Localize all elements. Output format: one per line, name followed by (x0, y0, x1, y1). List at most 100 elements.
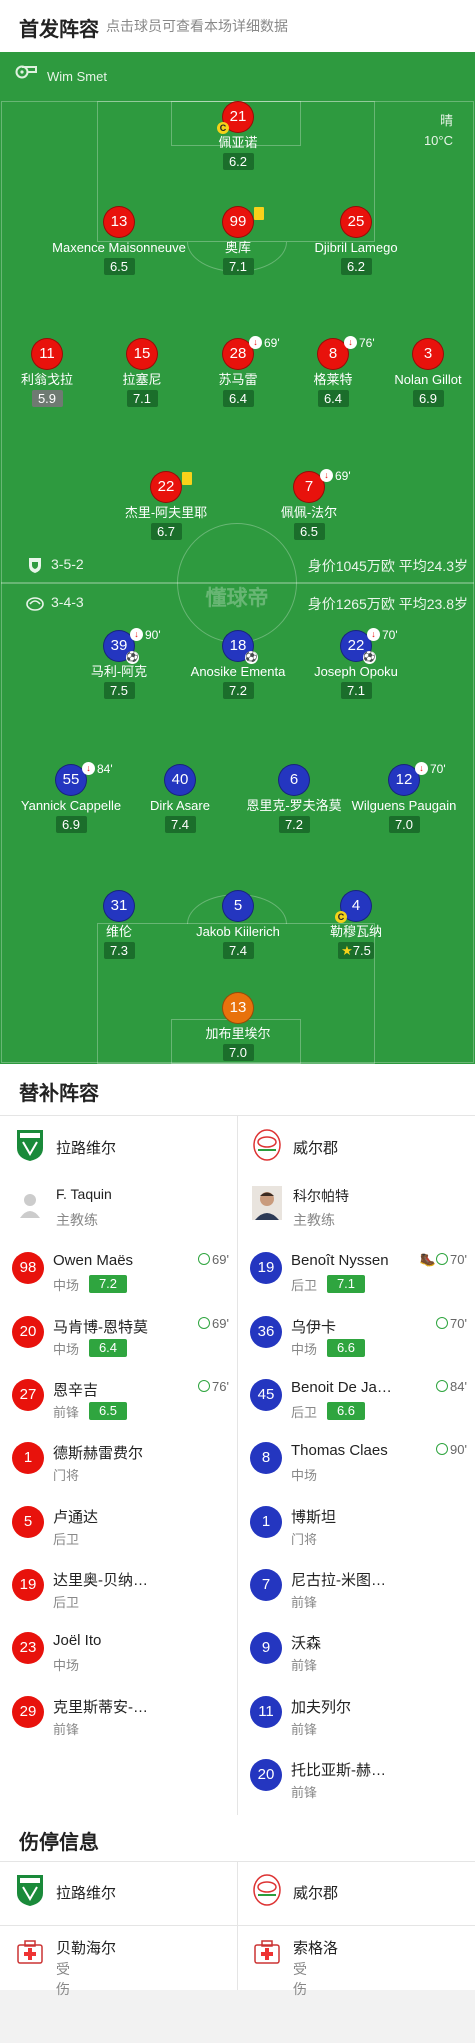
player-name: 达里奥-贝纳… (53, 1572, 148, 1589)
player-position: 中场 (291, 1468, 318, 1483)
player-name: 索格洛 (293, 1940, 339, 1957)
away-squad-value: 身价1265万欧 平均23.8岁 (307, 596, 468, 612)
coach-name: F. Taquin (56, 1186, 112, 1202)
player-number: 20 (12, 1316, 44, 1348)
away-sub-player[interactable]: 1 博斯坦 门将 (250, 1496, 475, 1552)
referee-name: Wim Smet (47, 69, 107, 84)
player-number: 99 (222, 206, 264, 238)
player-number: 45 (250, 1379, 282, 1411)
player-number: 29 (12, 1696, 44, 1728)
player-rating: 7.2 (222, 682, 254, 699)
player-rating: 7.1 (340, 682, 372, 699)
player-name: Djibril Lamego (314, 240, 398, 255)
away-sub-player[interactable]: 7 尼古拉-米图… 前锋 (250, 1559, 475, 1615)
sub-out-icon: ↓ (249, 336, 262, 349)
away-crest-icon (26, 597, 44, 611)
player-number: 8 ↓ 76' (317, 336, 375, 370)
player-rating: 6.4 (317, 390, 349, 407)
player-name: Benoît Nyssen (291, 1252, 389, 1269)
player-number: 5 (222, 890, 254, 922)
home-sub-player[interactable]: 27 恩辛吉 前锋 6.5 76' (12, 1369, 237, 1425)
home-player-goalkeeper[interactable]: 21 C 佩亚诺 6.2 (168, 101, 308, 171)
home-sub-player[interactable]: 29 克里斯蒂安-… 前锋 (12, 1686, 237, 1742)
player-position: 后卫 (53, 1532, 80, 1547)
column-divider (237, 1116, 238, 1815)
player-rating: 7.1 (327, 1275, 365, 1293)
away-sub-player[interactable]: 11 加夫列尔 前锋 (250, 1686, 475, 1742)
sub-in-marker: 84' (436, 1379, 467, 1394)
player-rating: 7.0 (222, 1044, 254, 1061)
away-sub-player[interactable]: 19 Benoît Nyssen 后卫 7.1 🥾 70' (250, 1242, 475, 1298)
sub-out-icon: ↓ (367, 628, 380, 641)
player-number: 25 (340, 206, 372, 238)
player-name: 恩辛吉 (53, 1382, 99, 1399)
player-name: 勒穆瓦纳 (329, 924, 382, 939)
goal-icon: ⚽ (126, 651, 139, 664)
section-title: 首发阵容 (19, 19, 99, 41)
player-rating: 6.5 (103, 258, 135, 275)
away-sub-player[interactable]: 9 沃森 前锋 (250, 1622, 475, 1678)
home-sub-player[interactable]: 5 卢通达 后卫 (12, 1496, 237, 1552)
player-rating: 6.4 (222, 390, 254, 407)
subs-title: 替补阵容 (19, 1083, 99, 1105)
sub-out-marker: ↓ 70' (415, 762, 446, 776)
player-rating: 6.4 (89, 1339, 127, 1357)
player-position: 中场 (53, 1342, 80, 1357)
player-position: 中场 (291, 1342, 318, 1357)
yellow-card-icon (182, 472, 192, 485)
home-sub-player[interactable]: 98 Owen Maës 中场 7.2 69' (12, 1242, 237, 1298)
home-player-midfielder[interactable]: 3 Nolan Gillot 6.9 (358, 338, 475, 408)
player-rating: 7.2 (89, 1275, 127, 1293)
player-rating: 6.2 (340, 258, 372, 275)
medical-kit-icon (17, 1940, 43, 1964)
coach-avatar-icon (20, 1194, 40, 1218)
weather: 晴 10°C (424, 111, 453, 151)
player-number: 31 (103, 890, 135, 922)
player-rating: 6.5 (293, 523, 325, 540)
home-sub-player[interactable]: 20 马肯博-恩特莫 中场 6.4 69' (12, 1306, 237, 1362)
player-rating: 6.9 (55, 816, 87, 833)
player-number: 22 ↓ 70' ⚽ (340, 628, 398, 664)
player-number: 40 (164, 764, 196, 796)
away-player-midfielder[interactable]: 12 ↓ 70' Wilguens Paugain 7.0 (334, 762, 474, 834)
away-player-forward[interactable]: 22 ↓ 70' ⚽ Joseph Opoku 7.1 (286, 628, 426, 700)
player-number: 3 (412, 338, 444, 370)
player-rating: 6.6 (327, 1402, 365, 1420)
home-sub-player[interactable]: 19 达里奥-贝纳… 后卫 (12, 1559, 237, 1615)
away-player-defender[interactable]: 4 C 勒穆瓦纳 ★7.5 (286, 890, 426, 960)
home-sub-player[interactable]: 23 Joël Ito 中场 (12, 1622, 237, 1678)
player-number: 13 (222, 992, 254, 1024)
away-sub-player[interactable]: 36 乌伊卡 中场 6.6 70' (250, 1306, 475, 1362)
player-number: 11 (250, 1696, 282, 1728)
home-team-logo-icon (17, 1875, 43, 1906)
player-position: 中场 (53, 1278, 80, 1293)
player-name: 佩佩-法尔 (280, 505, 338, 520)
coach-name: 科尔帕特 (293, 1188, 349, 1204)
section-subtitle: 点击球员可查看本场详细数据 (106, 18, 288, 34)
sub-in-icon (198, 1317, 211, 1329)
player-rating: 7.2 (278, 816, 310, 833)
player-position: 前锋 (53, 1405, 80, 1420)
home-player-forward[interactable]: 7 ↓ 69' 佩佩-法尔 6.5 (239, 469, 379, 541)
home-player-forward[interactable]: 22 杰里-阿夫里耶 6.7 (96, 471, 236, 541)
sub-out-marker: ↓ 90' (130, 628, 161, 642)
away-sub-player[interactable]: 20 托比亚斯-赫… 前锋 (250, 1749, 475, 1805)
away-sub-player[interactable]: 8 Thomas Claes 中场 90' (250, 1432, 475, 1488)
home-player-defender[interactable]: 25 Djibril Lamego 6.2 (286, 206, 426, 276)
player-rating: 7.5 (103, 682, 135, 699)
coach-photo-icon (252, 1186, 282, 1220)
player-position: 前锋 (291, 1595, 318, 1610)
sub-in-marker: 90' (436, 1442, 467, 1457)
player-rating: 7.4 (222, 942, 254, 959)
player-number: 23 (12, 1632, 44, 1664)
home-sub-player[interactable]: 1 德斯赫雷费尔 门将 (12, 1432, 237, 1488)
temperature: 10°C (423, 133, 453, 148)
sub-out-icon: ↓ (415, 762, 428, 775)
sub-in-marker: 76' (198, 1379, 229, 1394)
away-sub-player[interactable]: 45 Benoit De Ja… 后卫 6.6 84' (250, 1369, 475, 1425)
player-rating: ★7.5 (338, 942, 374, 959)
player-number: 1 (12, 1442, 44, 1474)
away-player-goalkeeper[interactable]: 13 加布里埃尔 7.0 (168, 992, 308, 1062)
player-position: 前锋 (291, 1658, 318, 1673)
coach-role: 主教练 (293, 1212, 335, 1228)
